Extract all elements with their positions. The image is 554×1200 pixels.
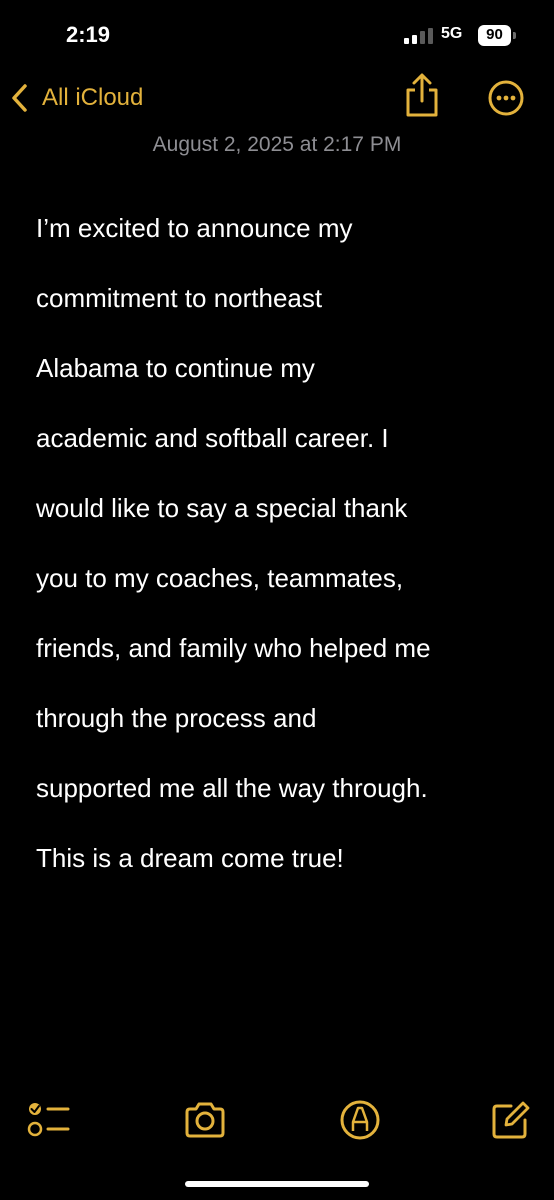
note-line: I’m excited to announce my: [36, 213, 353, 243]
back-label: All iCloud: [42, 84, 144, 111]
note-line: commitment to northeast: [36, 283, 323, 313]
battery-tip: [513, 32, 516, 39]
compose-button[interactable]: [489, 1098, 533, 1142]
share-icon: [406, 73, 438, 117]
battery-level: 90: [486, 26, 503, 43]
note-line: through the process and: [36, 703, 317, 733]
checklist-icon: [27, 1103, 70, 1137]
note-line: This is a dream come true!: [36, 843, 344, 873]
network-type: 5G: [441, 25, 463, 42]
more-options-button[interactable]: [488, 80, 524, 116]
more-options-icon: [488, 80, 524, 116]
checklist-button[interactable]: [26, 1098, 70, 1142]
cellular-signal-icon: [404, 28, 433, 44]
home-indicator[interactable]: [185, 1181, 369, 1187]
note-date: August 2, 2025 at 2:17 PM: [152, 133, 402, 156]
camera-button[interactable]: [183, 1098, 227, 1142]
note-body[interactable]: I’m excited to announce my commitment to…: [36, 176, 536, 911]
back-button[interactable]: All iCloud: [10, 78, 143, 118]
note-line: supported me all the way through.: [36, 773, 428, 803]
status-time: 2:19: [66, 22, 111, 47]
note-line: would like to say a special thank: [36, 493, 408, 523]
compose-icon: [492, 1101, 530, 1139]
note-line: friends, and family who helped me: [36, 633, 431, 663]
note-line: academic and softball career. I: [36, 423, 389, 453]
share-button[interactable]: [402, 72, 442, 118]
chevron-left-icon: [12, 84, 27, 112]
markup-button[interactable]: [338, 1098, 382, 1142]
camera-icon: [185, 1102, 225, 1138]
markup-icon: [340, 1100, 380, 1140]
note-line: you to my coaches, teammates,: [36, 563, 404, 593]
status-bar: 2:19 5G 90: [0, 0, 554, 64]
battery-icon: 90: [478, 25, 520, 47]
note-line: Alabama to continue my: [36, 353, 315, 383]
